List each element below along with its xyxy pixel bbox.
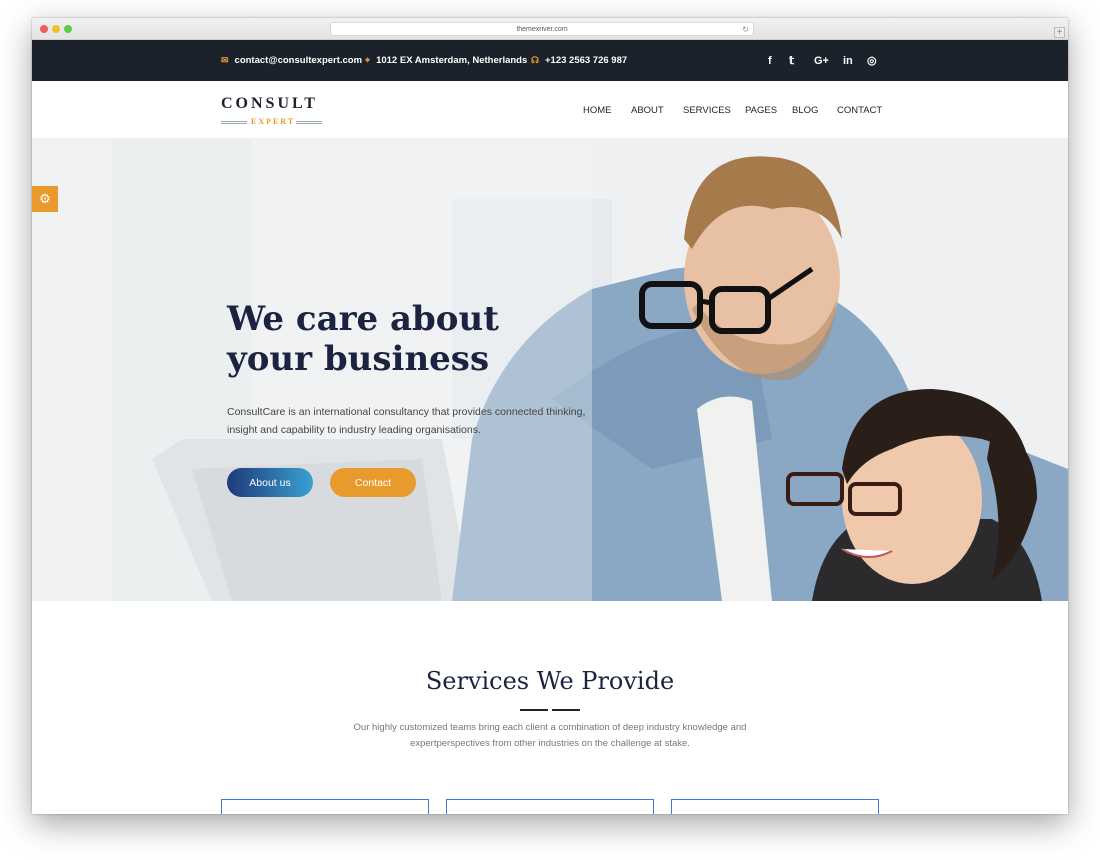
linkedin-icon[interactable]: in xyxy=(843,40,853,81)
facebook-icon[interactable]: f xyxy=(768,40,772,81)
topbar-phone[interactable]: ☊ +123 2563 726 987 xyxy=(531,40,627,81)
browser-toolbar: themexriver.com ↻ + xyxy=(32,18,1068,40)
maximize-window-icon[interactable] xyxy=(64,25,72,33)
instagram-icon[interactable]: ◎ xyxy=(867,40,877,81)
address-bar-text: themexriver.com xyxy=(516,26,568,33)
site-header: CONSULT EXPERT HOME ABOUT SERVICES PAGES… xyxy=(32,81,1068,139)
contact-topbar: ✉ contact@consultexpert.com ⌖ 1012 EX Am… xyxy=(32,40,1068,81)
address-bar[interactable]: themexriver.com ↻ xyxy=(330,22,754,36)
title-underline-left xyxy=(520,709,548,711)
settings-gear-icon[interactable]: ⚙ xyxy=(32,186,58,212)
topbar-email[interactable]: ✉ contact@consultexpert.com xyxy=(221,40,362,81)
minimize-window-icon[interactable] xyxy=(52,25,60,33)
logo-title: CONSULT xyxy=(221,95,318,112)
services-description: Our highly customized teams bring each c… xyxy=(353,722,747,749)
twitter-icon[interactable]: 𝕥 xyxy=(789,40,794,81)
envelope-icon: ✉ xyxy=(221,55,229,65)
topbar-phone-text: +123 2563 726 987 xyxy=(545,55,628,66)
title-underline-right xyxy=(552,709,580,711)
service-card[interactable] xyxy=(671,799,879,814)
hero-title: We care about your business xyxy=(227,299,499,379)
nav-pages[interactable]: PAGES xyxy=(745,81,777,139)
service-card[interactable] xyxy=(446,799,654,814)
service-card[interactable] xyxy=(221,799,429,814)
logo-divider-right xyxy=(296,121,322,124)
browser-window: themexriver.com ↻ + ✉ contact@consultexp… xyxy=(32,18,1068,814)
nav-contact[interactable]: CONTACT xyxy=(837,81,882,139)
nav-home[interactable]: HOME xyxy=(583,81,612,139)
logo-subtitle: EXPERT xyxy=(251,117,296,126)
google-plus-icon[interactable]: G+ xyxy=(814,40,829,81)
map-pin-icon: ⌖ xyxy=(365,55,371,65)
nav-blog[interactable]: BLOG xyxy=(792,81,818,139)
topbar-address: ⌖ 1012 EX Amsterdam, Netherlands xyxy=(365,40,527,81)
hero-section: ⚙ We care about your business ConsultCar… xyxy=(32,139,1068,601)
topbar-address-text: 1012 EX Amsterdam, Netherlands xyxy=(376,55,528,66)
logo-divider-left xyxy=(221,121,247,124)
about-us-button[interactable]: About us xyxy=(227,468,313,497)
close-window-icon[interactable] xyxy=(40,25,48,33)
new-tab-icon[interactable]: + xyxy=(1054,27,1065,38)
nav-about[interactable]: ABOUT xyxy=(631,81,664,139)
services-title: Services We Provide xyxy=(425,667,675,695)
nav-services[interactable]: SERVICES xyxy=(683,81,731,139)
contact-button[interactable]: Contact xyxy=(330,468,416,497)
reload-icon[interactable]: ↻ xyxy=(742,23,749,36)
services-section: Services We Provide Our highly customize… xyxy=(32,601,1068,814)
topbar-email-text: contact@consultexpert.com xyxy=(234,55,363,66)
headphones-icon: ☊ xyxy=(531,55,539,65)
hero-description: ConsultCare is an international consulta… xyxy=(227,406,586,436)
